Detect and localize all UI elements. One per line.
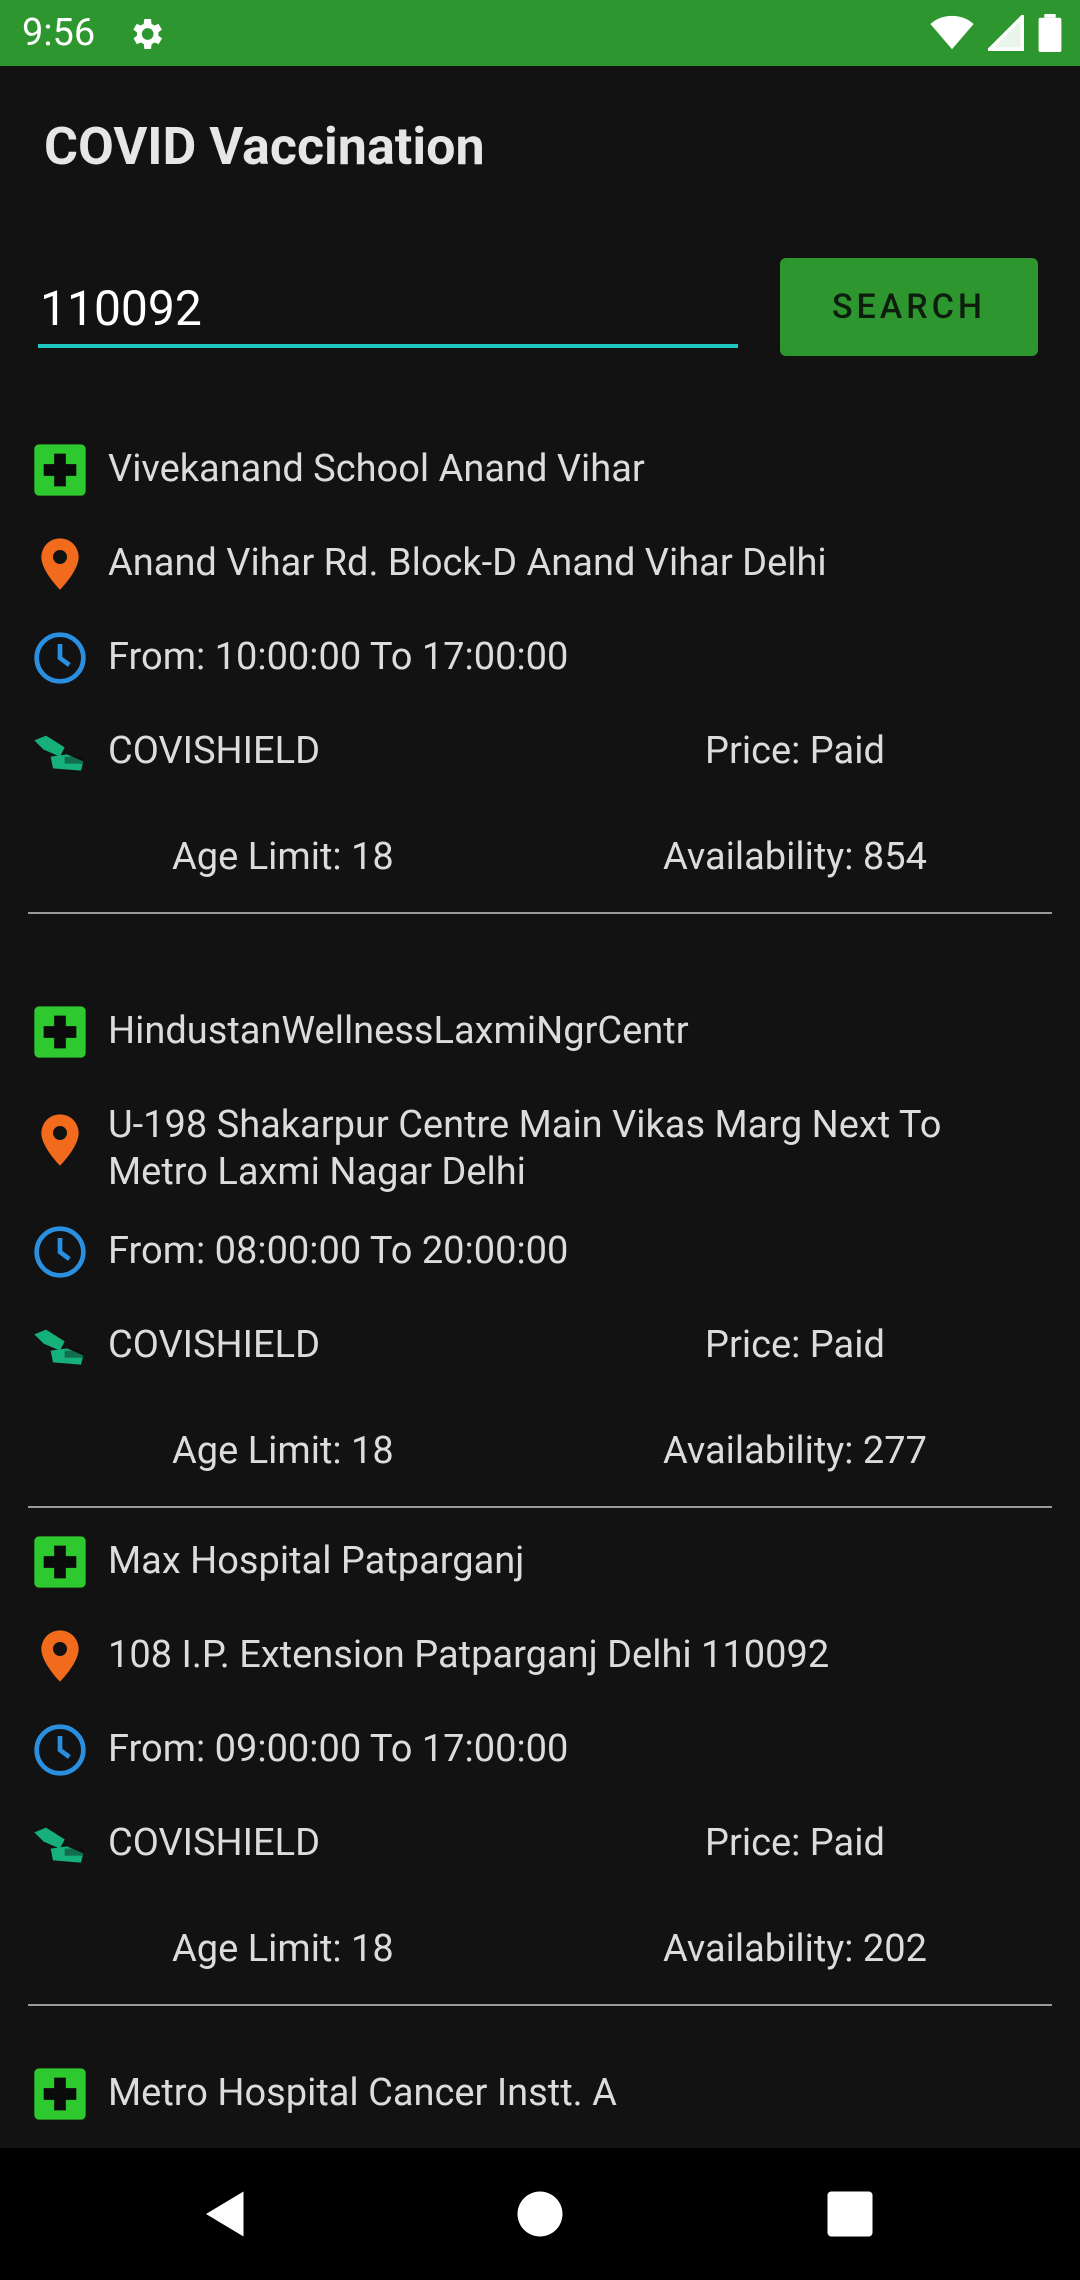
- availability: Availability: 277: [663, 1429, 927, 1473]
- age-limit: Age Limit: 18: [172, 1429, 394, 1473]
- center-address: U-198 Shakarpur Centre Main Vikas Marg N…: [108, 1103, 942, 1194]
- gear-icon: [133, 19, 162, 49]
- age-limit: Age Limit: 18: [172, 1927, 394, 1971]
- center-card: HindustanWellnessLaxmiNgrCentr U-198 Sha…: [0, 962, 1080, 1524]
- vaccine-icon: [34, 735, 84, 771]
- availability: Availability: 854: [663, 835, 927, 879]
- price-label: Price: Paid: [705, 1821, 885, 1865]
- pincode-input[interactable]: [38, 272, 738, 348]
- price-label: Price: Paid: [705, 729, 885, 773]
- center-name: HindustanWellnessLaxmiNgrCentr: [108, 1009, 689, 1053]
- hospital-icon: [34, 1006, 86, 1058]
- clock-icon: [34, 1724, 86, 1776]
- hospital-icon: [34, 1536, 86, 1588]
- vaccine-icon: [34, 1329, 84, 1365]
- vaccine-name: COVISHIELD: [108, 729, 321, 773]
- age-limit: Age Limit: 18: [172, 835, 394, 879]
- center-name: Vivekanand School Anand Vihar: [108, 447, 645, 491]
- location-pin-icon: [41, 538, 79, 590]
- navigation-bar: [0, 2148, 1080, 2280]
- center-time: From: 09:00:00 To 17:00:00: [108, 1727, 569, 1771]
- recents-icon[interactable]: [820, 2184, 880, 2244]
- status-time: 9:56: [22, 11, 96, 55]
- center-card: Vivekanand School Anand Vihar Anand Viha…: [0, 400, 1080, 962]
- price-label: Price: Paid: [705, 1323, 885, 1367]
- hospital-icon: [34, 2068, 86, 2120]
- vaccine-name: COVISHIELD: [108, 1323, 321, 1367]
- center-name: Max Hospital Patparganj: [108, 1539, 525, 1583]
- back-icon[interactable]: [196, 2184, 256, 2244]
- center-time: From: 10:00:00 To 17:00:00: [108, 635, 569, 679]
- vaccine-name: COVISHIELD: [108, 1821, 321, 1865]
- center-card: Max Hospital Patparganj 108 I.P. Extensi…: [0, 1492, 1080, 2054]
- divider: [28, 912, 1052, 914]
- page-title: COVID Vaccination: [44, 116, 485, 177]
- location-pin-icon: [41, 1630, 79, 1682]
- center-address: 108 I.P. Extension Patparganj Delhi 1100…: [108, 1633, 830, 1677]
- hospital-icon: [34, 444, 86, 496]
- center-card: Metro Hospital Cancer Instt. A: [0, 2024, 1080, 2144]
- signal-icon: [988, 15, 1024, 51]
- center-time: From: 08:00:00 To 20:00:00: [108, 1229, 569, 1273]
- battery-icon: [1038, 14, 1062, 52]
- center-name: Metro Hospital Cancer Instt. A: [108, 2071, 617, 2115]
- clock-icon: [34, 632, 86, 684]
- wifi-icon: [930, 15, 974, 50]
- status-bar: 9:56: [0, 0, 1080, 66]
- home-icon[interactable]: [510, 2184, 570, 2244]
- availability: Availability: 202: [663, 1927, 927, 1971]
- location-pin-icon: [41, 1114, 79, 1166]
- center-list[interactable]: Vivekanand School Anand Vihar Anand Viha…: [0, 400, 1080, 2144]
- clock-icon: [34, 1226, 86, 1278]
- search-button[interactable]: SEARCH: [780, 258, 1038, 356]
- center-address: Anand Vihar Rd. Block-D Anand Vihar Delh…: [108, 541, 827, 585]
- divider: [28, 2004, 1052, 2006]
- vaccine-icon: [34, 1827, 84, 1863]
